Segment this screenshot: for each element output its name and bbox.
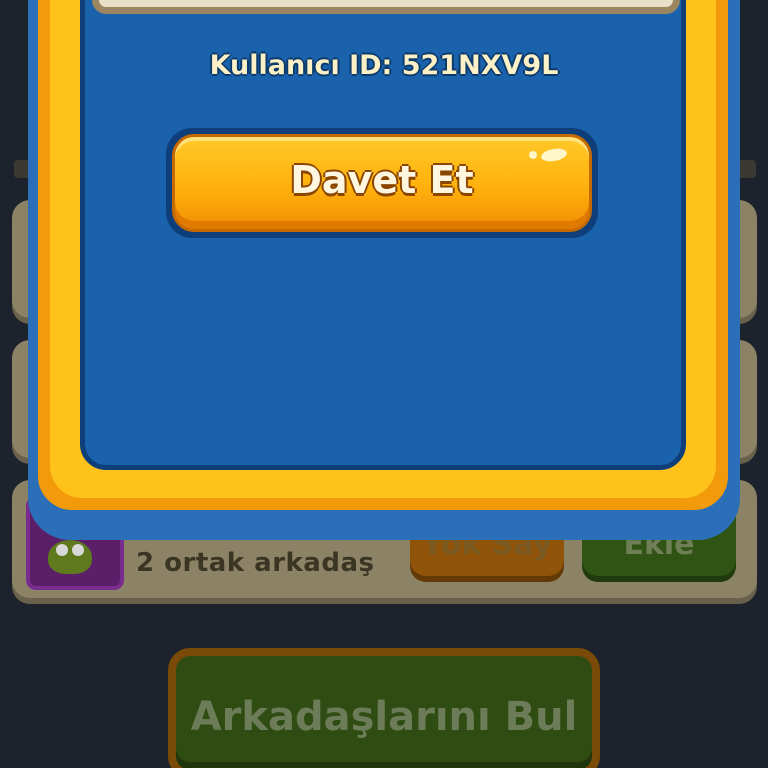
invite-button-label: Davet Et (290, 158, 474, 202)
shine-highlight (540, 146, 568, 164)
shine-highlight (529, 151, 537, 159)
user-id-label: Kullanıcı ID: 521NXV9L (209, 50, 559, 81)
mutual-friends-text: 2 ortak arkadaş (136, 548, 375, 578)
invite-code-field[interactable] (92, 0, 680, 14)
find-friends-button: Arkadaşlarını Bul (168, 648, 600, 768)
monster-icon (48, 540, 92, 574)
invite-button[interactable]: Davet Et (172, 134, 592, 232)
